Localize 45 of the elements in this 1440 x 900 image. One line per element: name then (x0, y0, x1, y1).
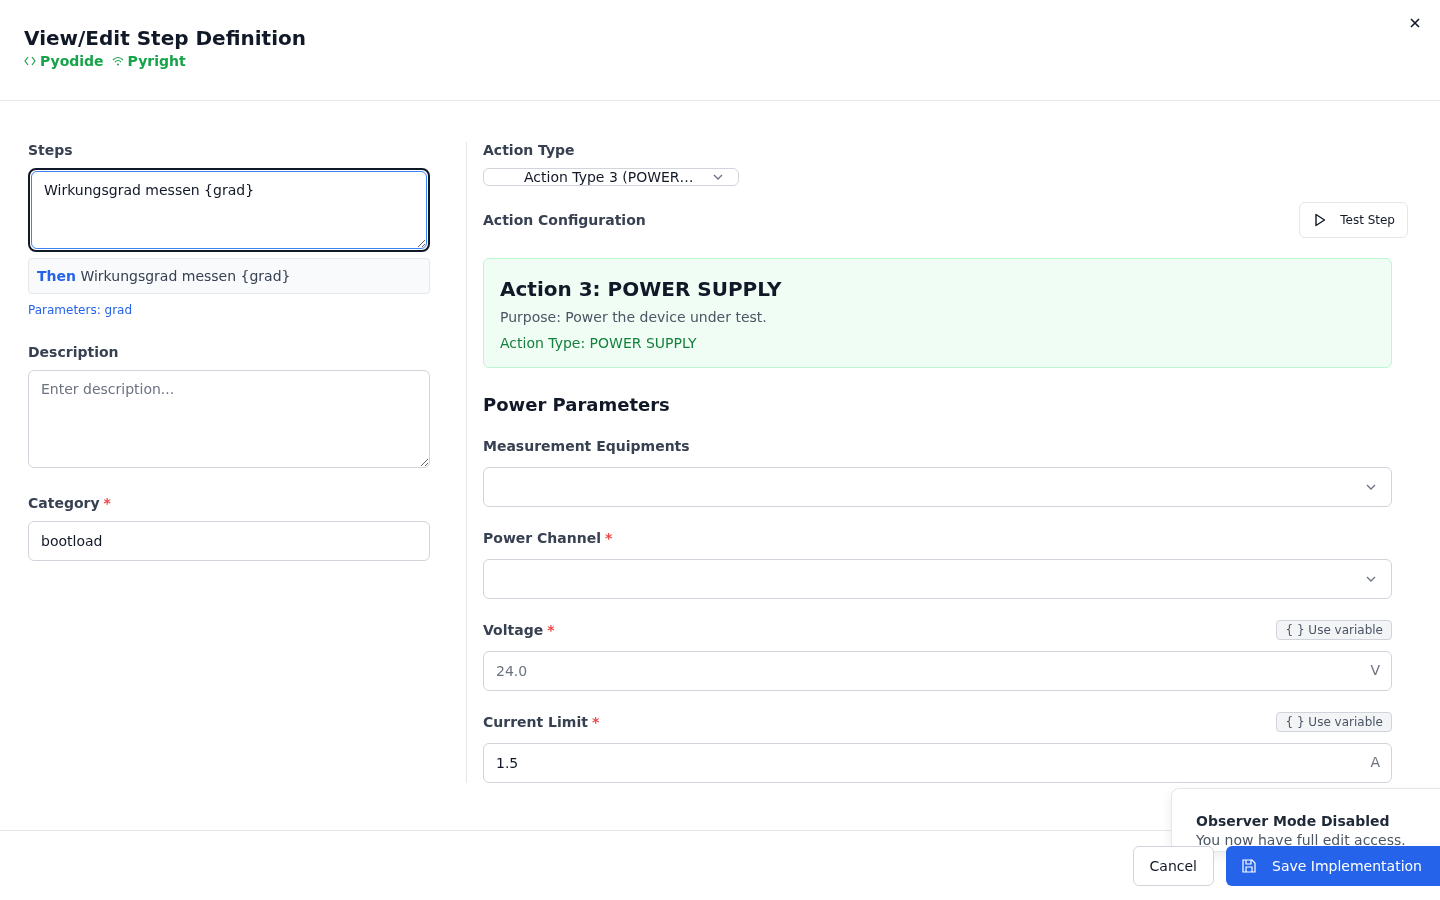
save-button[interactable]: Save Implementation (1226, 845, 1440, 886)
action-type-text: Action Type: POWER SUPPLY (500, 335, 698, 351)
field-label: Measurement Equipments (483, 438, 690, 454)
parameters-text: Parameters: grad (28, 303, 134, 317)
code-icon (24, 56, 36, 66)
required-mark: * (605, 530, 613, 546)
dropdown-field[interactable] (483, 559, 1392, 599)
unit-label: V (1370, 662, 1380, 678)
section-heading: Power Parameters (483, 394, 671, 415)
wifi-icon (111, 56, 124, 66)
toast-title: Observer Mode Disabled (1196, 813, 1391, 829)
field-label: Current Limit (483, 714, 588, 730)
category-field[interactable]: bootload (28, 521, 430, 561)
field-label: Voltage (483, 622, 544, 638)
cancel-button[interactable]: Cancel (1132, 845, 1214, 886)
dialog-title: View/Edit Step Definition (24, 25, 306, 51)
close-icon[interactable] (1410, 18, 1420, 28)
dropdown-field[interactable] (483, 467, 1392, 507)
action-type-dropdown[interactable]: Action Type 3 (POWER… (483, 168, 739, 186)
chevron-down-icon (713, 174, 723, 180)
section-label: Action Configuration (483, 212, 646, 228)
use-variable-button[interactable]: { } Use variable (1276, 620, 1392, 640)
card-title: Action 3: POWER SUPPLY (500, 277, 783, 301)
chevron-down-icon (1366, 484, 1376, 490)
field-label: Power Channel (483, 530, 601, 546)
required-mark: * (103, 495, 111, 511)
field-label: Category (28, 495, 100, 511)
chevron-down-icon (1366, 576, 1376, 582)
steps-field[interactable]: Wirkungsgrad messen {grad} (31, 171, 427, 249)
save-icon (1242, 858, 1256, 873)
toast-message: You now have full edit access. (1196, 832, 1407, 848)
field-label: Description (28, 344, 120, 360)
required-mark: * (547, 622, 555, 638)
step-preview: Then Wirkungsgrad messen {grad} (28, 258, 430, 294)
field-label: Action Type (483, 142, 576, 158)
use-variable-button[interactable]: { } Use variable (1276, 712, 1392, 732)
test-step-button[interactable]: Test Step (1299, 202, 1408, 238)
required-mark: * (591, 714, 600, 730)
play-icon (1314, 213, 1327, 227)
description-field[interactable]: Enter description... (28, 370, 430, 468)
purpose-text: Purpose: Power the device under test. (500, 309, 768, 325)
field-label: Steps (28, 142, 74, 158)
status-label: Pyright (127, 53, 186, 69)
unit-label: A (1370, 754, 1380, 770)
status-label: Pyodide (40, 53, 104, 69)
